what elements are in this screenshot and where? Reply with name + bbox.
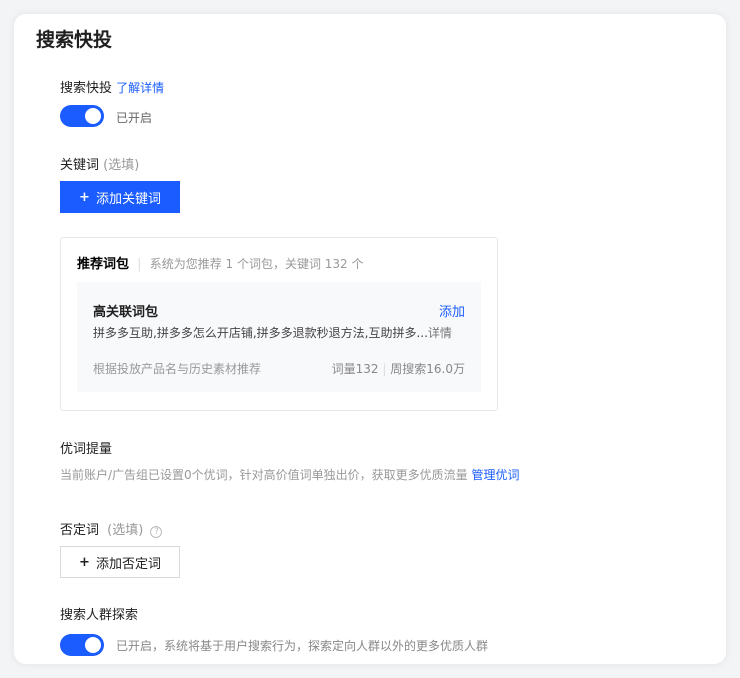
keywords-optional: (选填) (103, 158, 140, 173)
negative-label-row: 否定词 (选填) ? (60, 519, 163, 538)
quick-label-row: 搜索快投 了解详情 (60, 77, 164, 96)
pack-words: 拼多多互助,拼多多怎么开店铺,拼多多退款秒退方法,互助拼多... (93, 326, 428, 340)
keywords-label-row: 关键词 (选填) (60, 154, 139, 173)
plus-icon: + (79, 189, 90, 205)
divider: | (382, 362, 387, 376)
manage-boost-link[interactable]: 管理优词 (472, 468, 520, 482)
search-quick-card: 搜索快投 搜索快投 了解详情 已开启 关键词 (选填) + 添加关键词 推荐词包… (14, 14, 726, 664)
page-title: 搜索快投 (36, 29, 113, 51)
word-pack-card: 高关联词包 添加 拼多多互助,拼多多怎么开店铺,拼多多退款秒退方法,互助拼多..… (77, 282, 481, 392)
quick-toggle[interactable] (60, 105, 104, 127)
recommend-title: 推荐词包 (77, 257, 130, 272)
crowd-label: 搜索人群探索 (60, 608, 139, 623)
add-negative-button[interactable]: + 添加否定词 (60, 546, 180, 578)
negative-optional: (选填) (107, 523, 144, 538)
add-keyword-label: 添加关键词 (95, 191, 161, 207)
quick-toggle-text: 已开启 (116, 111, 153, 125)
help-icon[interactable]: ? (150, 526, 163, 538)
recommend-desc: 系统为您推荐 1 个词包，关键词 132 个 (149, 257, 364, 271)
recommend-header: 推荐词包 | 系统为您推荐 1 个词包，关键词 132 个 (77, 253, 364, 272)
pack-detail-link[interactable]: 详情 (428, 326, 452, 340)
pack-stats: 词量132 | 周搜索16.0万 (332, 360, 465, 377)
keywords-label: 关键词 (60, 158, 100, 173)
pack-name: 高关联词包 (93, 305, 159, 320)
pack-count: 词量132 (331, 362, 379, 376)
negative-label: 否定词 (60, 523, 100, 538)
crowd-toggle[interactable] (60, 634, 104, 656)
crowd-toggle-text: 已开启，系统将基于用户搜索行为，探索定向人群以外的更多优质人群 (116, 639, 489, 653)
add-pack-link[interactable]: 添加 (439, 301, 465, 320)
pack-words-row: 拼多多互助,拼多多怎么开店铺,拼多多退款秒退方法,互助拼多...详情 (93, 324, 452, 341)
pack-source: 根据投放产品名与历史素材推荐 (93, 362, 262, 376)
learn-more-link[interactable]: 了解详情 (116, 81, 164, 95)
quick-label: 搜索快投 (60, 81, 113, 96)
plus-icon: + (79, 554, 90, 570)
add-negative-label: 添加否定词 (95, 556, 161, 572)
divider: | (137, 257, 142, 272)
boost-label: 优词提量 (60, 442, 113, 457)
recommend-box: 推荐词包 | 系统为您推荐 1 个词包，关键词 132 个 高关联词包 添加 拼… (60, 237, 498, 411)
add-keyword-button[interactable]: + 添加关键词 (60, 181, 180, 213)
boost-desc: 当前账户/广告组已设置0个优词，针对高价值词单独出价，获取更多优质流量 (60, 468, 468, 482)
pack-weekly: 周搜索16.0万 (390, 362, 465, 376)
boost-desc-row: 当前账户/广告组已设置0个优词，针对高价值词单独出价，获取更多优质流量 管理优词 (60, 466, 520, 483)
